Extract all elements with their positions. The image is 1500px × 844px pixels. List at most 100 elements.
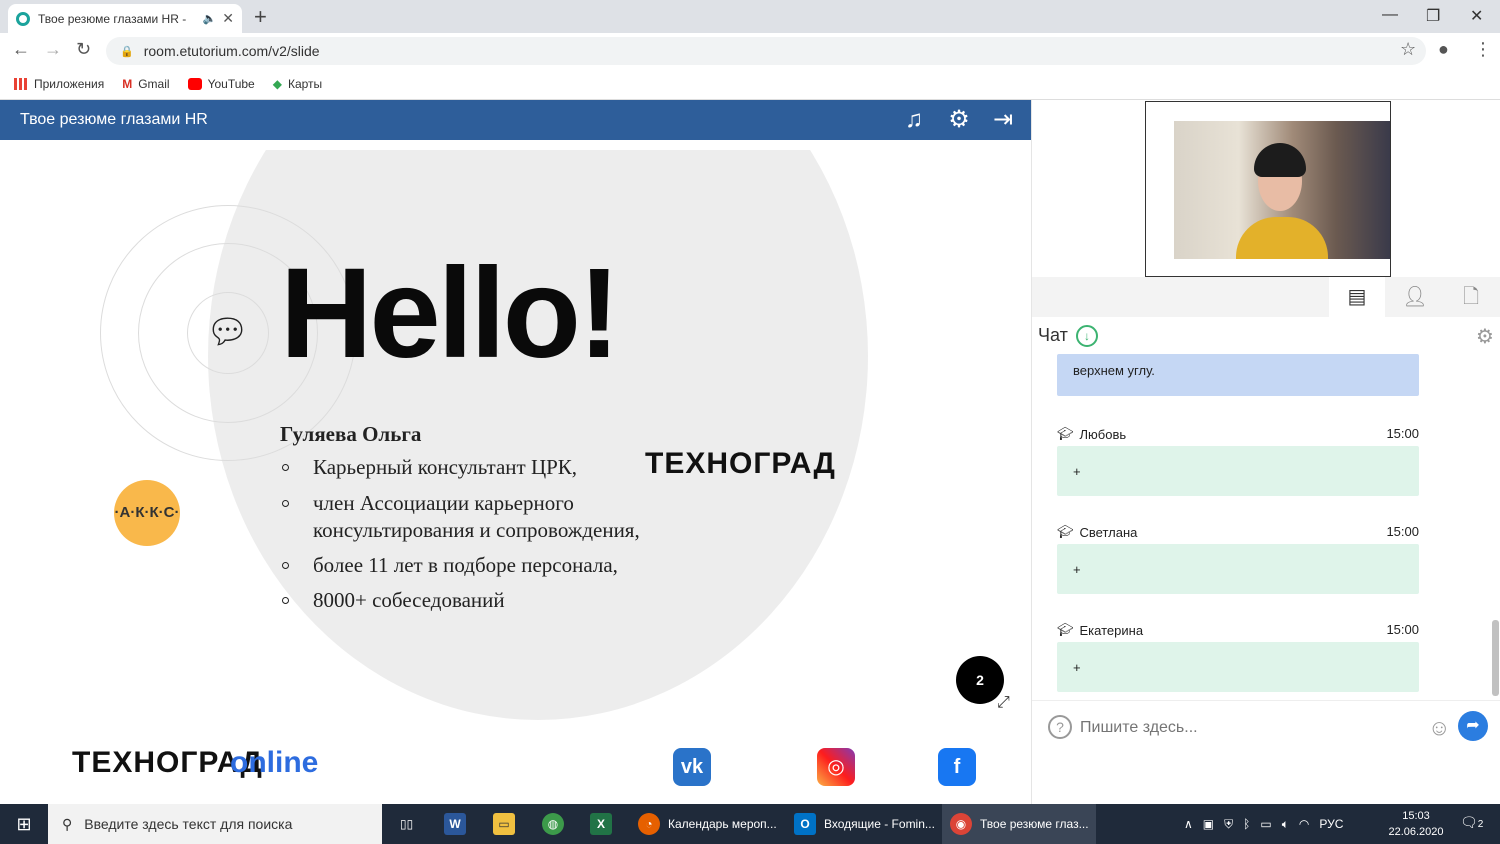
system-tray: ∧ ▣ ⛨ ᛒ ▭ 🔈︎ ◠ РУС: [1184, 804, 1343, 844]
taskbar-firefox[interactable]: ◔ Календарь мероп...: [630, 804, 780, 844]
back-icon[interactable]: ←: [12, 39, 30, 60]
bullet-item: 8000+ собеседований: [282, 587, 505, 614]
excel-icon[interactable]: X: [582, 804, 612, 844]
reload-icon[interactable]: ↻: [76, 39, 91, 60]
taskbar-outlook[interactable]: O Входящие - Fomin...: [786, 804, 936, 844]
help-icon[interactable]: ?: [1048, 715, 1072, 739]
bookmark-star-icon[interactable]: ☆: [1400, 39, 1416, 60]
akks-logo: ·А·К·К·С·: [114, 480, 180, 546]
speech-bubble-icon: 💬︎: [206, 313, 250, 351]
tab-chat-icon[interactable]: ▤: [1329, 277, 1385, 317]
slide-heading: Hello!: [280, 242, 621, 385]
chat-title: Чат: [1038, 325, 1068, 345]
windows-start-icon[interactable]: ⊞: [0, 804, 48, 844]
maximize-icon[interactable]: ❐: [1426, 6, 1440, 26]
bookmarks-bar: Приложения M Gmail YouTube ◆ Карты: [0, 68, 1500, 100]
bullet-item: член Ассоциации карьерного консультирован…: [282, 490, 640, 544]
online-word: online: [230, 746, 319, 779]
graduation-cap-icon: 🎓︎: [1057, 622, 1074, 637]
chat-message-bubble: верхнем углу.: [1057, 354, 1419, 396]
chat-message: 🎓︎ Светлана 15:00 +: [1057, 524, 1419, 594]
graduation-cap-icon: 🎓︎: [1057, 426, 1074, 441]
clock[interactable]: 15:03 22.06.2020: [1384, 808, 1448, 840]
speaker-icon[interactable]: 🔈: [203, 12, 217, 25]
graduation-cap-icon: 🎓︎: [1057, 524, 1074, 539]
chat-message: 🎓︎ Любовь 15:00 +: [1057, 426, 1419, 496]
chat-input[interactable]: [1080, 715, 1410, 741]
emoji-icon[interactable]: ☺: [1428, 715, 1450, 741]
menu-icon[interactable]: ⋮: [1474, 39, 1492, 60]
music-icon[interactable]: ♫: [900, 106, 928, 134]
close-window-icon[interactable]: ✕: [1470, 6, 1483, 26]
bookmark-gmail[interactable]: M Gmail: [122, 77, 169, 91]
task-view-icon[interactable]: ▯▯: [392, 804, 420, 844]
battery-icon[interactable]: ▭: [1260, 817, 1271, 831]
chat-settings-icon[interactable]: ⚙: [1476, 324, 1494, 349]
chat-scrollbar[interactable]: [1492, 620, 1499, 696]
message-text: +: [1057, 642, 1419, 692]
lock-icon: 🔒: [120, 45, 134, 58]
taskbar-search[interactable]: ⚲ Введите здесь текст для поиска: [48, 804, 382, 844]
download-chat-icon[interactable]: ↓: [1076, 325, 1098, 347]
fullscreen-icon[interactable]: ⤢: [997, 694, 1010, 712]
browser-tab-bar: Твое резюме глазами HR - 🔈 ✕ + — ❐ ✕: [0, 0, 1500, 33]
message-text: +: [1057, 446, 1419, 496]
bluetooth-icon[interactable]: ᛒ: [1243, 817, 1250, 831]
forward-icon[interactable]: →: [44, 39, 62, 60]
instagram-icon[interactable]: ◎: [817, 748, 855, 786]
youtube-icon: [187, 77, 202, 90]
new-tab-button[interactable]: +: [254, 4, 267, 30]
taskbar-search-text: Введите здесь текст для поиска: [84, 816, 293, 832]
app-header: Твое резюме глазами HR ♫ ⚙ ⇥: [0, 100, 1031, 140]
vk-icon[interactable]: vk: [673, 748, 711, 786]
bookmark-youtube[interactable]: YouTube: [187, 77, 255, 91]
taskbar-chrome[interactable]: ◉ Твое резюме глаз...: [942, 804, 1096, 844]
bullet-item: более 11 лет в подборе персонала,: [282, 552, 618, 579]
webinar-title: Твое резюме глазами HR: [20, 111, 208, 128]
bookmark-maps[interactable]: ◆ Карты: [273, 77, 322, 91]
browser-toolbar: ← → ↻ 🔒 room.etutorium.com/v2/slide ☆ ● …: [0, 33, 1500, 68]
apps-grid-icon: [14, 77, 28, 90]
tab-files-icon[interactable]: 🗋: [1443, 277, 1499, 317]
outlook-tray-icon[interactable]: ▣: [1203, 817, 1214, 831]
profile-icon[interactable]: ●: [1438, 39, 1449, 60]
message-author: Светлана: [1079, 524, 1138, 540]
speaker-name: Гуляева Ольга: [280, 422, 422, 446]
bookmark-apps[interactable]: Приложения: [14, 77, 104, 91]
presenter-video[interactable]: [1145, 101, 1391, 277]
send-button[interactable]: ➦: [1458, 711, 1488, 741]
address-bar[interactable]: 🔒 room.etutorium.com/v2/slide: [106, 37, 1426, 65]
word-icon[interactable]: W: [436, 804, 466, 844]
gmail-icon: M: [122, 76, 133, 91]
close-tab-icon[interactable]: ✕: [222, 10, 234, 27]
search-icon: ⚲: [62, 815, 73, 832]
browser-tab[interactable]: Твое резюме глазами HR - 🔈 ✕: [8, 4, 242, 33]
presenter-video-frame: [1174, 121, 1390, 259]
message-time: 15:00: [1386, 622, 1419, 637]
globe-app-icon[interactable]: ◍: [534, 804, 564, 844]
message-author: Екатерина: [1079, 622, 1144, 638]
file-explorer-icon[interactable]: ▭: [485, 804, 515, 844]
bullet-item: Карьерный консультант ЦРК,: [282, 454, 577, 481]
wifi-icon[interactable]: ◠: [1299, 817, 1309, 831]
message-text: +: [1057, 544, 1419, 594]
chat-input-row: ? ☺ ➦: [1032, 700, 1500, 754]
chat-messages[interactable]: верхнем углу. 🎓︎ Любовь 15:00 + 🎓︎ Светлана…: [1032, 354, 1487, 699]
tab-participants-icon[interactable]: 👤︎: [1387, 277, 1443, 317]
language-indicator[interactable]: РУС: [1319, 817, 1343, 831]
notifications-icon[interactable]: 🗨2: [1460, 814, 1483, 831]
exit-icon[interactable]: ⇥: [989, 106, 1017, 134]
tab-title: Твое резюме глазами HR -: [38, 11, 187, 26]
minimize-icon[interactable]: —: [1382, 6, 1398, 24]
panel-tabs: ▤ 👤︎ 🗋: [1032, 277, 1500, 317]
site-favicon-icon: [16, 11, 30, 26]
volume-icon[interactable]: 🔈︎: [1282, 817, 1289, 832]
chevron-up-icon[interactable]: ∧: [1184, 817, 1193, 831]
security-icon[interactable]: ⛨: [1224, 817, 1233, 832]
url-text: room.etutorium.com/v2/slide: [143, 43, 320, 59]
side-panel: ▤ 👤︎ 🗋 Чат ↓ ⚙ верхнем углу. 🎓︎ Любовь 15:…: [1031, 100, 1500, 804]
message-time: 15:00: [1386, 426, 1419, 441]
tehnograd-logo: ТЕХНОГРАД: [645, 447, 836, 480]
settings-gear-icon[interactable]: ⚙: [945, 106, 973, 134]
facebook-icon[interactable]: f: [938, 748, 976, 786]
